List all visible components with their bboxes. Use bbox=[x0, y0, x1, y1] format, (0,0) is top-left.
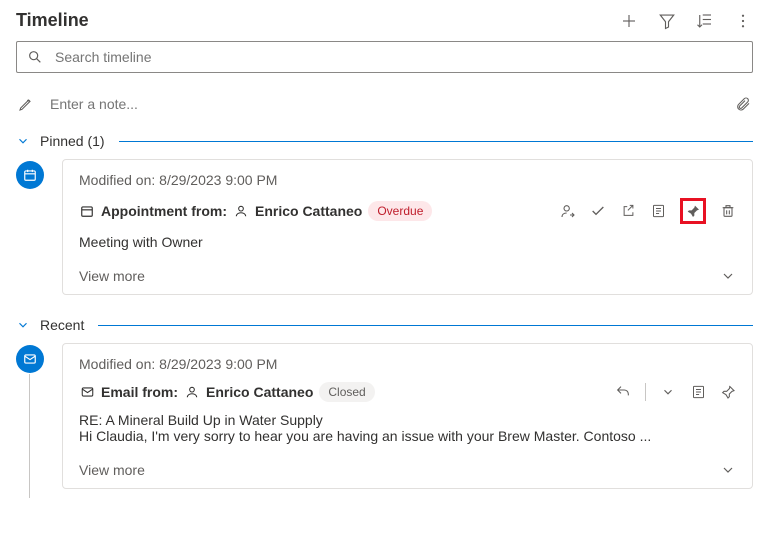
reply-menu-chevron-icon[interactable] bbox=[660, 384, 676, 400]
view-more-link[interactable]: View more bbox=[79, 462, 145, 478]
section-recent-header[interactable]: Recent bbox=[16, 317, 753, 333]
search-icon bbox=[27, 49, 43, 65]
pinned-card[interactable]: Modified on: 8/29/2023 9:00 PM Appointme… bbox=[62, 159, 753, 295]
section-recent-label: Recent bbox=[40, 317, 84, 333]
attachment-icon[interactable] bbox=[735, 96, 751, 112]
delete-icon[interactable] bbox=[720, 203, 736, 219]
card-body: Meeting with Owner bbox=[79, 234, 736, 250]
person-name[interactable]: Enrico Cattaneo bbox=[255, 203, 362, 219]
note-input[interactable] bbox=[48, 95, 721, 113]
section-divider bbox=[98, 325, 753, 326]
note-icon[interactable] bbox=[690, 384, 706, 400]
section-divider bbox=[119, 141, 753, 142]
assign-icon[interactable] bbox=[560, 203, 576, 219]
email-icon bbox=[16, 345, 44, 373]
note-icon[interactable] bbox=[650, 203, 666, 219]
chevron-down-icon[interactable] bbox=[16, 134, 30, 148]
chevron-down-icon[interactable] bbox=[720, 268, 736, 284]
chevron-down-icon[interactable] bbox=[16, 318, 30, 332]
section-pinned-header[interactable]: Pinned (1) bbox=[16, 133, 753, 149]
modified-on: Modified on: 8/29/2023 9:00 PM bbox=[79, 356, 736, 372]
pencil-icon bbox=[18, 96, 34, 112]
modified-on: Modified on: 8/29/2023 9:00 PM bbox=[79, 172, 736, 188]
status-badge-closed: Closed bbox=[319, 382, 374, 402]
activity-type-label: Appointment from: bbox=[101, 203, 227, 219]
page-title: Timeline bbox=[16, 10, 89, 31]
search-input[interactable] bbox=[53, 48, 742, 66]
open-record-icon[interactable] bbox=[620, 203, 636, 219]
action-divider bbox=[645, 383, 646, 401]
add-button[interactable] bbox=[619, 11, 639, 31]
sort-button[interactable] bbox=[695, 11, 715, 31]
filter-button[interactable] bbox=[657, 11, 677, 31]
email-subject: RE: A Mineral Build Up in Water Supply bbox=[79, 412, 736, 428]
person-name[interactable]: Enrico Cattaneo bbox=[206, 384, 313, 400]
more-button[interactable] bbox=[733, 11, 753, 31]
search-box[interactable] bbox=[16, 41, 753, 73]
pin-icon-highlighted[interactable] bbox=[680, 198, 706, 224]
status-badge-overdue: Overdue bbox=[368, 201, 432, 221]
view-more-link[interactable]: View more bbox=[79, 268, 145, 284]
calendar-small-icon bbox=[79, 203, 95, 219]
email-small-icon bbox=[79, 384, 95, 400]
calendar-icon bbox=[16, 161, 44, 189]
person-icon bbox=[233, 203, 249, 219]
activity-type-label: Email from: bbox=[101, 384, 178, 400]
note-row[interactable] bbox=[16, 91, 753, 125]
pin-icon[interactable] bbox=[720, 384, 736, 400]
chevron-down-icon[interactable] bbox=[720, 462, 736, 478]
recent-card[interactable]: Modified on: 8/29/2023 9:00 PM Email fro… bbox=[62, 343, 753, 489]
close-activity-icon[interactable] bbox=[590, 203, 606, 219]
person-icon bbox=[184, 384, 200, 400]
reply-icon[interactable] bbox=[615, 384, 631, 400]
email-preview: Hi Claudia, I'm very sorry to hear you a… bbox=[79, 428, 736, 444]
section-pinned-label: Pinned (1) bbox=[40, 133, 105, 149]
